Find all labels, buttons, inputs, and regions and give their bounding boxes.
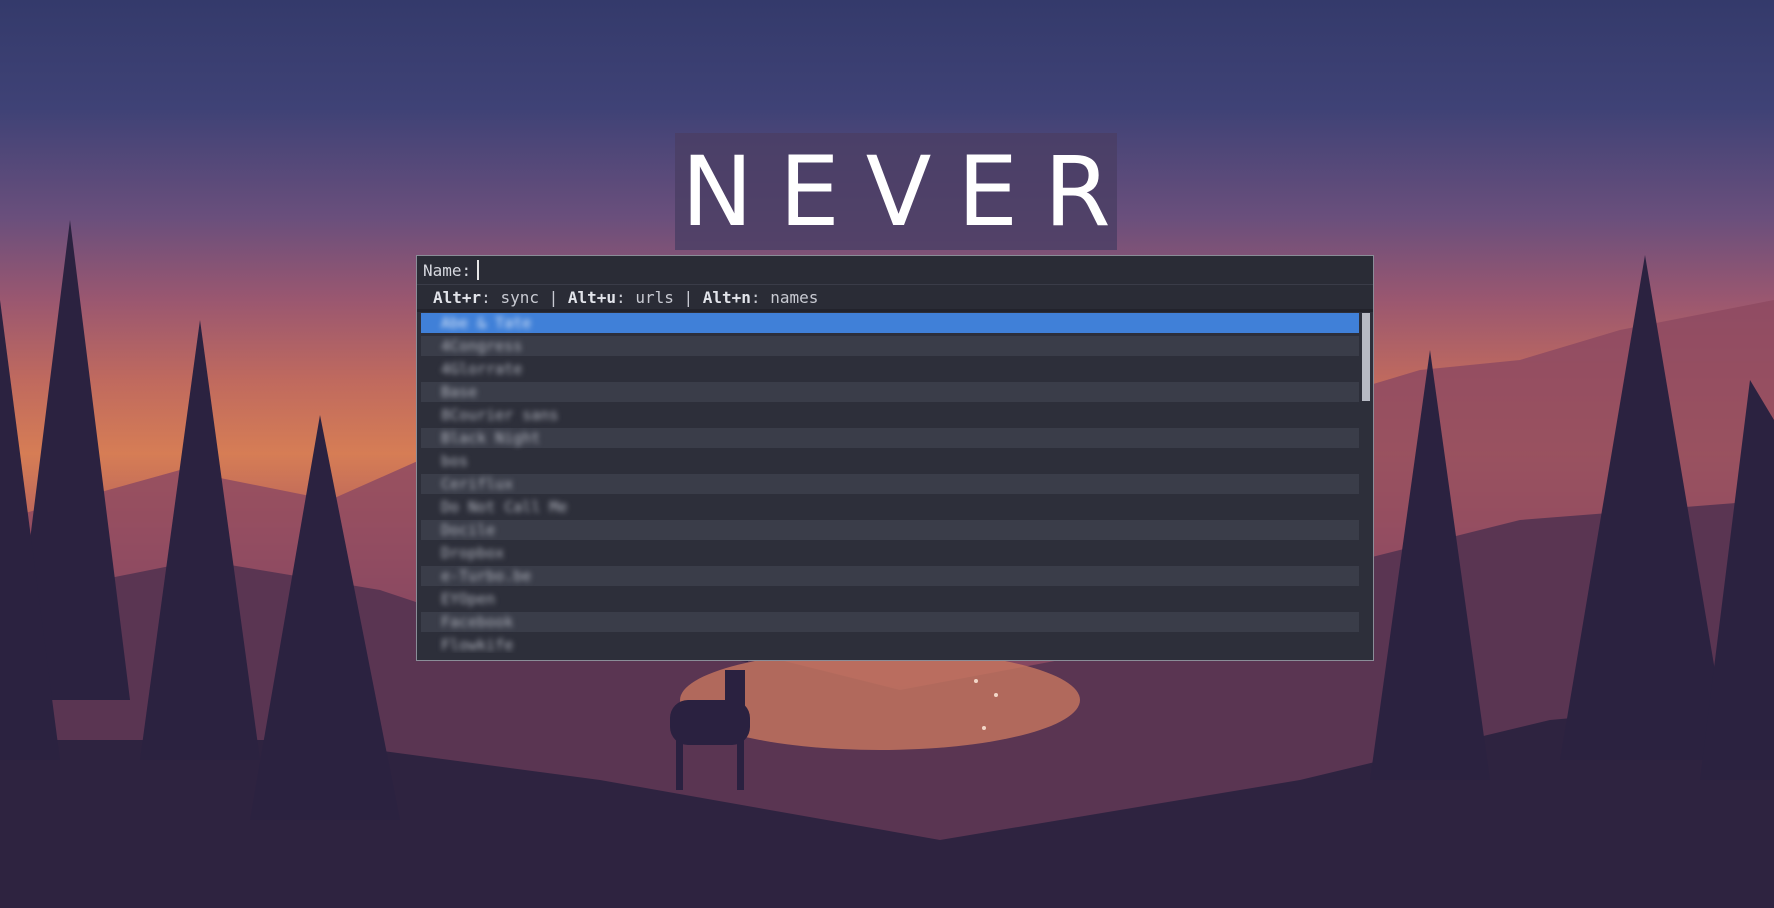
urls-key: Alt+u: [567, 287, 617, 307]
sync-label: : sync |: [481, 287, 568, 307]
rofi-launcher-window: Name: Alt+r: sync | Alt+u: urls | Alt+n:…: [416, 255, 1374, 661]
list-item-label: 4Glorrate: [441, 360, 523, 378]
list-item-label: Abe & Tate: [441, 314, 532, 332]
list-item-label: 4Congress: [441, 337, 523, 355]
sync-key: Alt+r: [433, 287, 482, 307]
entry-list: Abe & Tate 4Congress 4Glorrate Base 8Courier…: [421, 313, 1359, 653]
list-item[interactable]: Black Night: [421, 428, 1359, 448]
banner-title: NEVER: [681, 135, 1137, 248]
list-item[interactable]: 4Glorrate: [421, 359, 1359, 379]
list-item-label: Black Night: [441, 429, 541, 447]
list-item-label: Flowkife: [441, 636, 514, 653]
names-key: Alt+n: [702, 287, 751, 307]
never-banner: NEVER: [675, 133, 1117, 250]
prompt-label: Name:: [423, 260, 472, 280]
list-item-label: 8Courier sans: [441, 406, 559, 424]
list-item[interactable]: Do Not Call Me: [421, 497, 1359, 517]
list-item[interactable]: Ceriflux: [421, 474, 1359, 494]
list-item[interactable]: Base: [421, 382, 1359, 402]
search-input-cursor[interactable]: [477, 260, 480, 280]
list-item-label: bos: [441, 452, 469, 470]
list-item[interactable]: e-Turbo.be: [421, 566, 1359, 586]
list-scrollbar[interactable]: [1362, 313, 1370, 653]
list-item[interactable]: bos: [421, 451, 1359, 471]
list-item-label: Dropbox: [441, 544, 505, 562]
list-item[interactable]: 4Congress: [421, 336, 1359, 356]
list-item-label: e-Turbo.be: [441, 567, 532, 585]
list-item[interactable]: Abe & Tate: [421, 313, 1359, 333]
list-item-label: Docile: [441, 521, 496, 539]
list-item-label: Facebook: [441, 613, 514, 631]
list-item[interactable]: 8Courier sans: [421, 405, 1359, 425]
urls-label: : urls |: [616, 287, 703, 307]
prompt-bar[interactable]: Name:: [417, 256, 1373, 285]
list-item-label: EYOpen: [441, 590, 496, 608]
names-label: : names: [750, 287, 819, 307]
list-item-label: Do Not Call Me: [441, 498, 568, 516]
list-item[interactable]: Dropbox: [421, 543, 1359, 563]
keybinding-hint-bar: Alt+r: sync | Alt+u: urls | Alt+n: names: [417, 285, 1373, 312]
list-item-label: Ceriflux: [441, 475, 514, 493]
list-item[interactable]: EYOpen: [421, 589, 1359, 609]
list-item[interactable]: Facebook: [421, 612, 1359, 632]
list-item[interactable]: Flowkife: [421, 635, 1359, 653]
scrollbar-thumb[interactable]: [1362, 313, 1370, 401]
list-item-label: Base: [441, 383, 478, 401]
list-item[interactable]: Docile: [421, 520, 1359, 540]
